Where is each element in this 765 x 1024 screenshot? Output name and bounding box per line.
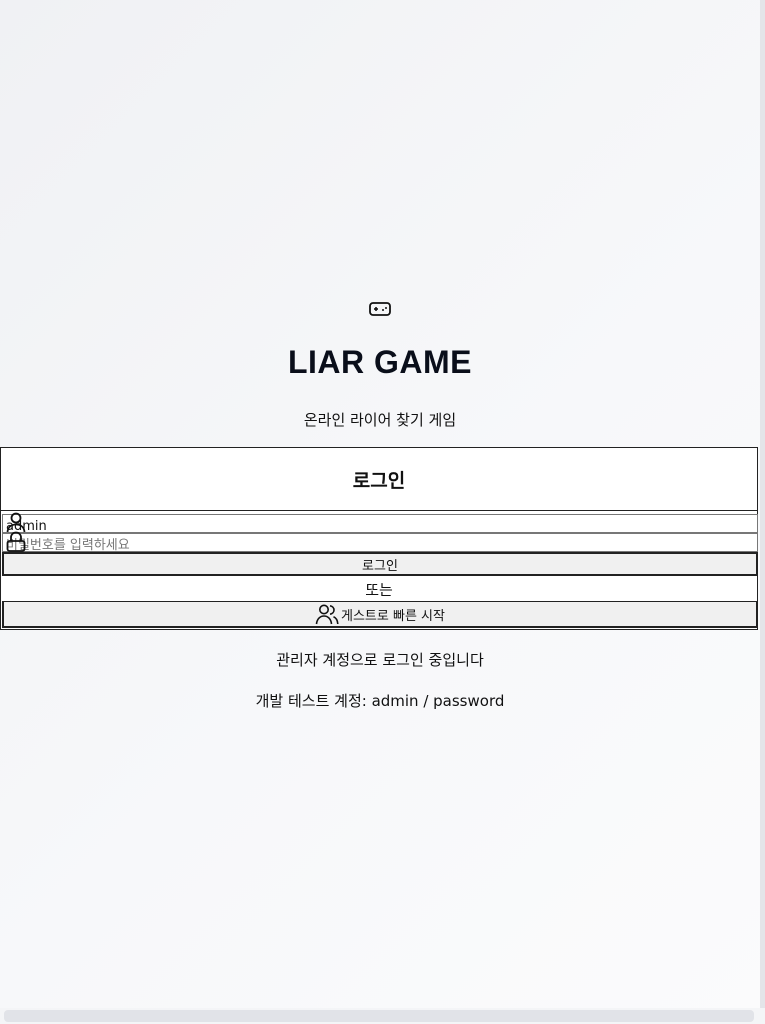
guest-start-button[interactable]: 게스트로 빠른 시작	[2, 601, 758, 628]
horizontal-scrollbar[interactable]	[0, 1008, 765, 1024]
vertical-scrollbar[interactable]	[760, 0, 765, 1010]
login-page: LIAR GAME 온라인 라이어 찾기 게임 로그인 로그인 또는	[0, 0, 760, 1008]
divider-text: 또는	[365, 581, 393, 599]
login-button[interactable]: 로그인	[2, 552, 758, 576]
password-field	[2, 531, 758, 554]
horizontal-scrollbar-thumb[interactable]	[4, 1010, 754, 1022]
guest-button-label: 게스트로 빠른 시작	[341, 608, 445, 624]
app-subtitle: 온라인 라이어 찾기 게임	[303, 411, 457, 429]
login-card: 로그인 로그인 또는 게스트로 빠른 시작	[0, 447, 758, 630]
app-title: LIAR GAME	[287, 344, 473, 380]
users-icon	[315, 604, 339, 625]
username-field	[2, 512, 758, 535]
status-message: 관리자 계정으로 로그인 중입니다	[276, 651, 484, 669]
login-card-title: 로그인	[1, 448, 757, 511]
gamepad-icon	[369, 302, 391, 316]
dev-account-hint: 개발 테스트 계정: admin / password	[255, 692, 505, 710]
